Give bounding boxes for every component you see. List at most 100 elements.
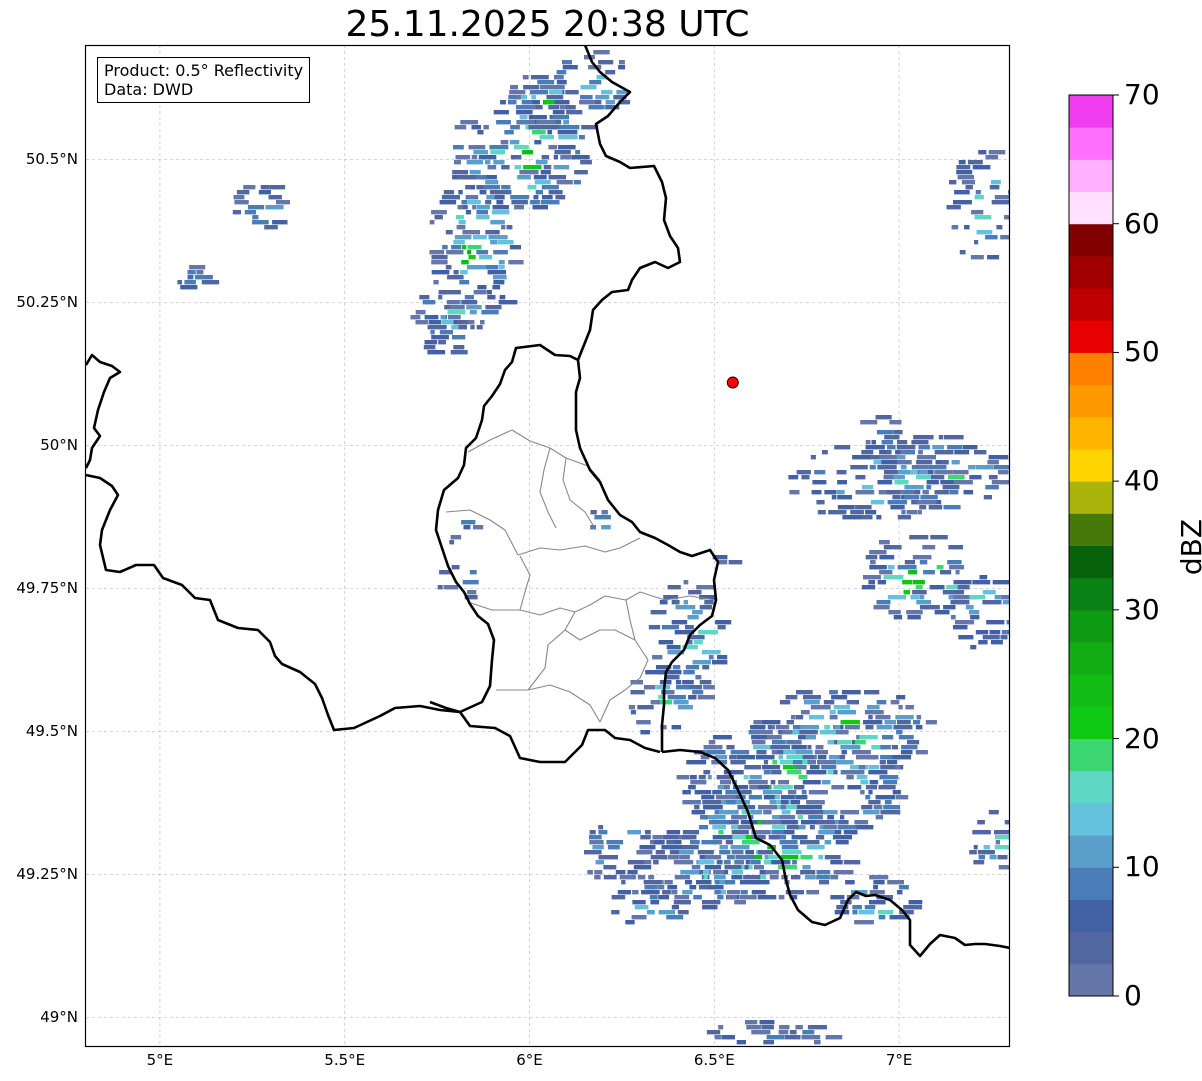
echo-cell — [845, 880, 855, 885]
echo-cell — [994, 195, 1010, 200]
echo-cell — [486, 195, 495, 200]
echo-cell — [697, 850, 714, 855]
border-lu-be-de — [429, 343, 720, 752]
echo-cell — [431, 210, 447, 215]
echo-cell — [594, 870, 603, 875]
echo-cell — [916, 475, 931, 480]
echo-cell — [771, 750, 777, 755]
echo-cell — [493, 275, 507, 280]
echo-cell — [777, 750, 784, 755]
echo-cell — [897, 515, 911, 520]
echo-cell — [736, 1040, 746, 1045]
echo-cell — [987, 460, 999, 465]
echo-cell — [795, 750, 813, 755]
echo-cell — [640, 835, 651, 840]
echo-cell — [446, 250, 464, 255]
echo-cell — [836, 760, 854, 765]
echo-cell — [964, 225, 970, 230]
echo-cell — [606, 840, 624, 845]
echo-cell — [780, 805, 786, 810]
echo-cell — [573, 180, 581, 185]
echo-cell — [841, 750, 847, 755]
echo-cell — [637, 705, 654, 710]
echo-cell — [762, 790, 783, 795]
echo-cell — [671, 905, 679, 910]
echo-cell — [708, 655, 714, 660]
echo-cell — [985, 155, 998, 160]
echo-cell — [781, 810, 791, 815]
echo-cell — [757, 850, 773, 855]
echo-cell — [781, 835, 786, 840]
echo-cell — [423, 345, 436, 350]
echo-cell — [708, 885, 724, 890]
echo-cell — [724, 865, 742, 870]
echo-cell — [707, 775, 712, 780]
echo-cell — [829, 710, 836, 715]
echo-cell — [451, 245, 461, 250]
lon-label: 6.5°E — [693, 1051, 735, 1069]
echo-cell — [726, 895, 737, 900]
echo-cell — [777, 805, 797, 810]
echo-cell — [841, 690, 861, 695]
echo-cell — [733, 820, 739, 825]
echo-cell — [951, 460, 960, 465]
echo-cell — [701, 900, 721, 905]
echo-cell — [829, 690, 838, 695]
echo-cell — [516, 105, 532, 110]
echo-cell — [243, 185, 256, 190]
echo-cell — [869, 890, 885, 895]
lat-label: 49°N — [40, 1008, 78, 1027]
echo-cell — [941, 460, 949, 465]
echo-cell — [833, 770, 838, 775]
echo-cell — [645, 670, 664, 675]
echo-cell — [519, 115, 528, 120]
echo-cell — [686, 760, 707, 765]
echo-cell — [601, 510, 608, 515]
echo-cell — [879, 555, 895, 560]
echo-cell — [988, 810, 999, 815]
echo-cell — [531, 130, 546, 135]
echo-cell — [673, 860, 694, 865]
echo-cell — [488, 235, 508, 240]
echo-cell — [744, 865, 749, 870]
echo-cell — [456, 225, 466, 230]
echo-cell — [898, 705, 903, 710]
echo-cell — [1004, 820, 1010, 825]
echo-cell — [510, 155, 522, 160]
echo-cell — [453, 145, 464, 150]
echo-cell — [696, 585, 716, 590]
colorbar-tick-label: 40 — [1124, 464, 1160, 498]
echo-cell — [892, 790, 901, 795]
echo-cell — [415, 310, 426, 315]
echo-cell — [921, 435, 934, 440]
echo-cell — [559, 125, 580, 130]
echo-cell — [677, 910, 689, 915]
echo-cell — [713, 870, 725, 875]
echo-cell — [485, 230, 500, 235]
echo-cell — [767, 725, 772, 730]
echo-cell — [890, 700, 900, 705]
echo-cell — [692, 660, 711, 665]
echo-cell — [925, 720, 937, 725]
echo-cell — [703, 770, 711, 775]
echo-cell — [892, 755, 912, 760]
echo-cell — [995, 840, 1000, 845]
echo-cell — [850, 510, 864, 515]
echo-cell — [958, 160, 966, 165]
echo-cell — [894, 460, 912, 465]
echo-cell — [876, 700, 887, 705]
echo-cell — [580, 95, 593, 100]
echo-cell — [882, 735, 894, 740]
echo-cell — [800, 710, 810, 715]
echo-cell — [643, 880, 662, 885]
echo-cell — [671, 620, 688, 625]
echo-cell — [588, 105, 605, 110]
echo-cell — [871, 745, 881, 750]
echo-cell — [510, 195, 529, 200]
echo-cell — [914, 490, 921, 495]
echo-cell — [829, 715, 838, 720]
echo-cell — [906, 610, 923, 615]
echo-cell — [917, 510, 922, 515]
echo-cell — [177, 280, 182, 285]
echo-cell — [650, 855, 668, 860]
